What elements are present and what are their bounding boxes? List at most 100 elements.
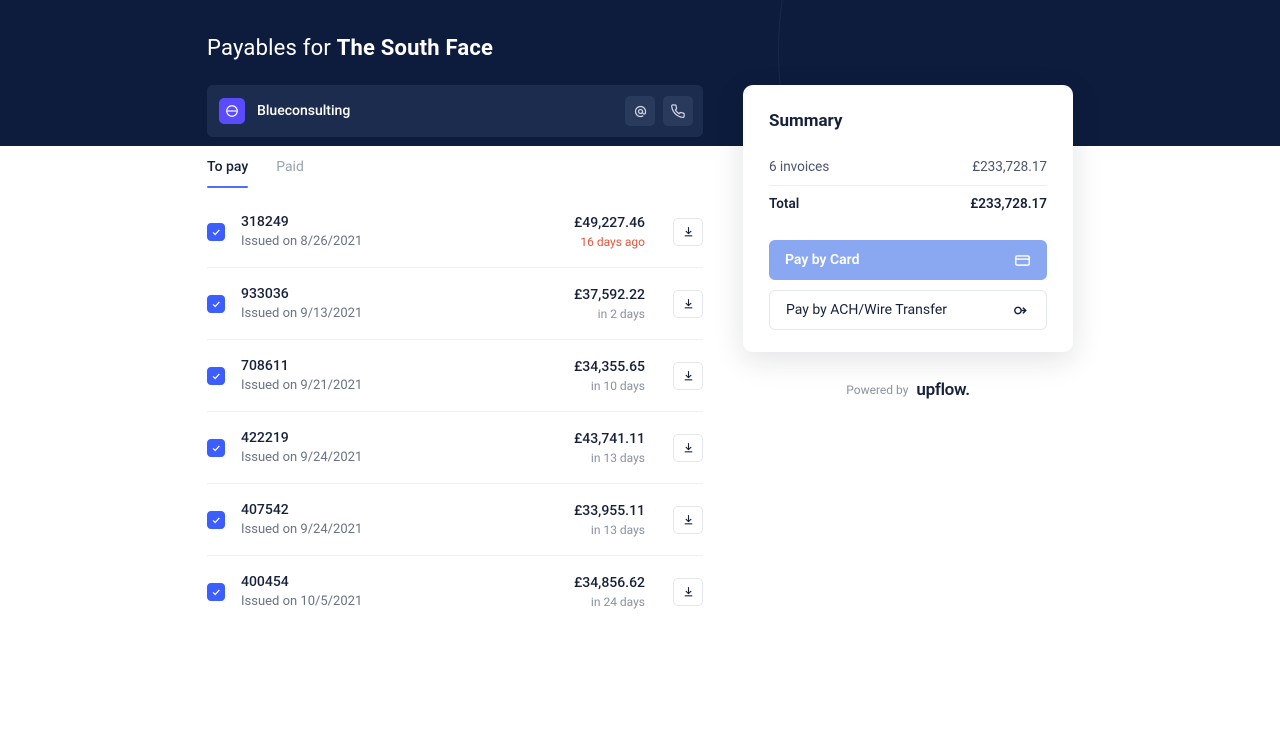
download-invoice-button[interactable] [673, 362, 703, 390]
invoice-issued: Issued on 9/13/2021 [241, 306, 558, 321]
pay-by-wire-label: Pay by ACH/Wire Transfer [786, 302, 1003, 318]
pay-by-card-button[interactable]: Pay by Card [769, 240, 1047, 280]
download-icon [682, 297, 695, 310]
summary-subtotal-line: 6 invoices £233,728.17 [769, 149, 1047, 186]
invoice-row: 407542 Issued on 9/24/2021 £33,955.11 in 13… [207, 484, 703, 556]
invoice-checkbox[interactable] [207, 511, 225, 529]
download-icon [682, 585, 695, 598]
invoice-due: 16 days ago [574, 235, 645, 249]
transfer-icon [1013, 302, 1030, 319]
call-vendor-button[interactable] [663, 96, 693, 126]
invoice-issued: Issued on 8/26/2021 [241, 234, 558, 249]
invoice-amount: £43,741.11 [574, 431, 645, 447]
invoice-info: 933036 Issued on 9/13/2021 [241, 286, 558, 321]
invoice-amount: £34,856.62 [574, 575, 645, 591]
invoice-number: 400454 [241, 574, 558, 590]
vendor-avatar [219, 98, 245, 124]
invoice-issued: Issued on 10/5/2021 [241, 594, 558, 609]
check-icon [211, 227, 221, 237]
email-vendor-button[interactable] [625, 96, 655, 126]
page-title: Payables for The South Face [207, 36, 1073, 61]
powered-by-label: Powered by [846, 383, 908, 397]
invoice-info: 407542 Issued on 9/24/2021 [241, 502, 558, 537]
invoice-checkbox[interactable] [207, 439, 225, 457]
check-icon [211, 443, 221, 453]
invoice-amount-col: £49,227.46 16 days ago [574, 215, 645, 249]
check-icon [211, 299, 221, 309]
tabs: To pay Paid [207, 159, 703, 188]
invoice-number: 422219 [241, 430, 558, 446]
invoice-amount: £33,955.11 [574, 503, 645, 519]
tab-to-pay[interactable]: To pay [207, 159, 248, 187]
pay-buttons: Pay by Card Pay by ACH/Wire Transfer [769, 240, 1047, 330]
vendor-name: Blueconsulting [257, 103, 613, 119]
invoice-amount-col: £33,955.11 in 13 days [574, 503, 645, 537]
invoice-due: in 13 days [574, 523, 645, 537]
invoice-amount: £37,592.22 [574, 287, 645, 303]
at-sign-icon [633, 104, 648, 119]
summary-title: Summary [769, 111, 1047, 131]
invoice-info: 318249 Issued on 8/26/2021 [241, 214, 558, 249]
invoice-amount-col: £34,355.65 in 10 days [574, 359, 645, 393]
summary-total-label: Total [769, 196, 799, 212]
check-icon [211, 515, 221, 525]
invoice-row: 422219 Issued on 9/24/2021 £43,741.11 in 13… [207, 412, 703, 484]
powered-by: Powered by upflow. [743, 380, 1073, 400]
invoice-issued: Issued on 9/24/2021 [241, 450, 558, 465]
download-invoice-button[interactable] [673, 434, 703, 462]
page-title-prefix: Payables for [207, 36, 337, 61]
pay-by-card-label: Pay by Card [785, 252, 1004, 268]
vendor-actions [625, 96, 693, 126]
download-icon [682, 441, 695, 454]
invoice-amount: £49,227.46 [574, 215, 645, 231]
check-icon [211, 587, 221, 597]
vendor-logo-icon [225, 104, 239, 118]
download-icon [682, 369, 695, 382]
page-title-company: The South Face [337, 36, 493, 61]
download-invoice-button[interactable] [673, 578, 703, 606]
vendor-card: Blueconsulting [207, 85, 703, 137]
summary-total-line: Total £233,728.17 [769, 186, 1047, 222]
invoice-amount-col: £43,741.11 in 13 days [574, 431, 645, 465]
invoice-issued: Issued on 9/21/2021 [241, 378, 558, 393]
invoice-due: in 13 days [574, 451, 645, 465]
download-icon [682, 225, 695, 238]
invoice-amount: £34,355.65 [574, 359, 645, 375]
credit-card-icon [1014, 252, 1031, 269]
invoice-info: 422219 Issued on 9/24/2021 [241, 430, 558, 465]
pay-by-wire-button[interactable]: Pay by ACH/Wire Transfer [769, 290, 1047, 330]
invoice-number: 708611 [241, 358, 558, 374]
invoice-number: 407542 [241, 502, 558, 518]
invoice-due: in 2 days [574, 307, 645, 321]
invoice-row: 708611 Issued on 9/21/2021 £34,355.65 in 10… [207, 340, 703, 412]
upflow-logo: upflow. [916, 380, 969, 400]
invoice-issued: Issued on 9/24/2021 [241, 522, 558, 537]
summary-card: Summary 6 invoices £233,728.17 Total £23… [743, 85, 1073, 352]
invoice-amount-col: £34,856.62 in 24 days [574, 575, 645, 609]
invoice-checkbox[interactable] [207, 367, 225, 385]
invoice-number: 933036 [241, 286, 558, 302]
invoice-info: 400454 Issued on 10/5/2021 [241, 574, 558, 609]
invoice-due: in 24 days [574, 595, 645, 609]
summary-total-amount: £233,728.17 [970, 196, 1047, 212]
invoice-due: in 10 days [574, 379, 645, 393]
download-icon [682, 513, 695, 526]
invoice-amount-col: £37,592.22 in 2 days [574, 287, 645, 321]
invoice-row: 933036 Issued on 9/13/2021 £37,592.22 in 2 … [207, 268, 703, 340]
download-invoice-button[interactable] [673, 506, 703, 534]
invoice-row: 400454 Issued on 10/5/2021 £34,856.62 in 24… [207, 556, 703, 627]
check-icon [211, 371, 221, 381]
invoice-row: 318249 Issued on 8/26/2021 £49,227.46 16 da… [207, 196, 703, 268]
invoice-info: 708611 Issued on 9/21/2021 [241, 358, 558, 393]
summary-count-amount: £233,728.17 [972, 159, 1047, 175]
phone-icon [671, 104, 686, 119]
invoice-checkbox[interactable] [207, 295, 225, 313]
invoice-list: 318249 Issued on 8/26/2021 £49,227.46 16 da… [207, 196, 703, 627]
invoice-number: 318249 [241, 214, 558, 230]
invoice-checkbox[interactable] [207, 583, 225, 601]
download-invoice-button[interactable] [673, 218, 703, 246]
download-invoice-button[interactable] [673, 290, 703, 318]
tab-paid[interactable]: Paid [276, 159, 304, 187]
invoice-checkbox[interactable] [207, 223, 225, 241]
summary-count-label: 6 invoices [769, 159, 829, 175]
